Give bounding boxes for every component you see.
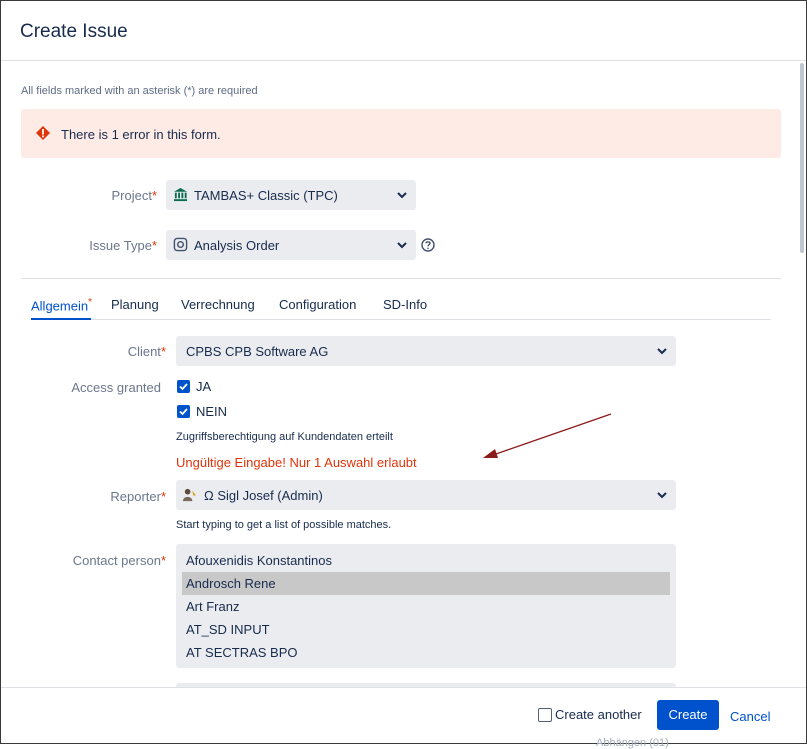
access-granted-hint: Zugriffsberechtigung auf Kundendaten ert… (176, 431, 393, 443)
tab-verrechnung[interactable]: Verrechnung (181, 297, 255, 312)
list-item[interactable]: Afouxenidis Konstantinos (182, 549, 670, 572)
access-granted-error: Ungültige Eingabe! Nur 1 Auswahl erlaubt (176, 455, 417, 470)
dialog-header: Create Issue (1, 1, 806, 61)
access-granted-label: Access granted (71, 380, 161, 395)
error-banner-text: There is 1 error in this form. (61, 127, 221, 142)
client-select[interactable]: CPBS CPB Software AG (176, 336, 676, 366)
chevron-down-icon (657, 348, 667, 355)
chevron-down-icon (397, 192, 407, 199)
active-tab-indicator (31, 318, 91, 320)
help-icon[interactable] (421, 238, 435, 252)
list-item[interactable]: Art Franz (182, 595, 670, 618)
checkbox-nein[interactable] (177, 405, 190, 418)
cancel-link[interactable]: Cancel (730, 709, 770, 724)
project-value: TAMBAS+ Classic (TPC) (194, 188, 338, 203)
bank-icon (173, 187, 188, 202)
list-item[interactable]: AT_SD INPUT (182, 618, 670, 641)
check-icon (179, 408, 188, 416)
create-issue-dialog: Create Issue All fields marked with an a… (0, 0, 807, 744)
reporter-select[interactable]: Ω Sigl Josef (Admin) (176, 480, 676, 510)
reporter-hint: Start typing to get a list of possible m… (176, 519, 392, 531)
create-another-label[interactable]: Create another (555, 707, 642, 722)
reporter-label: Reporter* (110, 489, 166, 504)
error-icon (36, 126, 50, 140)
background-page-text: Abhängen (01) (596, 737, 669, 749)
reporter-value: Ω Sigl Josef (Admin) (204, 488, 323, 503)
error-banner: There is 1 error in this form. (21, 109, 781, 158)
issue-type-label: Issue Type* (89, 238, 157, 253)
project-label: Project* (111, 188, 157, 203)
list-item-selected[interactable]: Androsch Rene (182, 572, 670, 595)
analysis-order-icon (173, 237, 188, 252)
checkbox-ja-label[interactable]: JA (196, 379, 211, 394)
client-value: CPBS CPB Software AG (186, 344, 329, 359)
create-button[interactable]: Create (657, 700, 719, 730)
tab-sd-info[interactable]: SD-Info (383, 297, 427, 312)
avatar-icon (182, 488, 197, 502)
dialog-title: Create Issue (20, 21, 128, 42)
issue-type-value: Analysis Order (194, 238, 280, 253)
client-label: Client* (127, 344, 166, 359)
checkbox-ja[interactable] (177, 380, 190, 393)
section-divider (21, 278, 781, 279)
issue-type-select[interactable]: Analysis Order (166, 230, 416, 260)
create-another-checkbox[interactable] (538, 708, 552, 722)
required-fields-note: All fields marked with an asterisk (*) a… (21, 85, 258, 97)
check-icon (179, 383, 188, 391)
scrollbar-thumb[interactable] (800, 63, 804, 253)
chevron-down-icon (657, 492, 667, 499)
annotation-arrow (483, 413, 612, 458)
tab-allgemein[interactable]: Allgemein* (31, 297, 92, 313)
chevron-down-icon (397, 242, 407, 249)
contact-person-label: Contact person* (72, 553, 166, 568)
tab-planung[interactable]: Planung (111, 297, 159, 312)
tab-configuration[interactable]: Configuration (279, 297, 356, 312)
dialog-footer: Create another Create Cancel (1, 687, 806, 743)
project-select[interactable]: TAMBAS+ Classic (TPC) (166, 180, 416, 210)
list-item[interactable]: AT SECTRAS BPO (182, 641, 670, 664)
contact-person-listbox[interactable]: Afouxenidis Konstantinos Androsch Rene A… (176, 544, 676, 668)
tabs-baseline (31, 319, 771, 320)
checkbox-nein-label[interactable]: NEIN (196, 404, 227, 419)
